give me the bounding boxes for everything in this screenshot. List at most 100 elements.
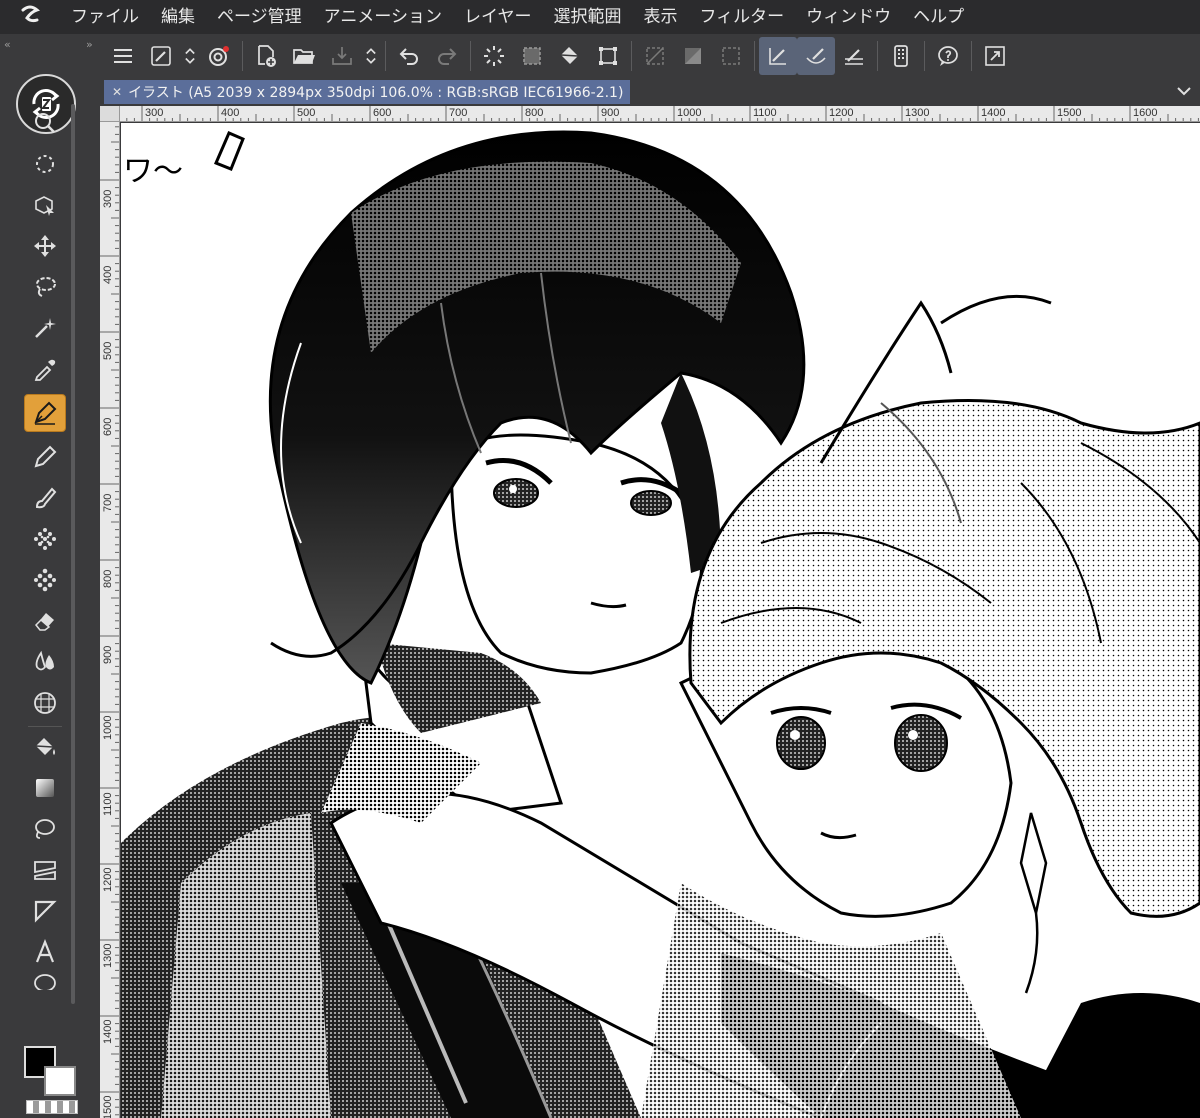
ruler-label: 400: [102, 265, 114, 284]
command-divider: [754, 41, 755, 71]
tool-balloon[interactable]: [24, 974, 66, 990]
transparent-color-swatch[interactable]: [26, 1100, 78, 1114]
menu-layer[interactable]: レイヤー: [453, 0, 543, 34]
tool-airbrush[interactable]: [24, 520, 66, 558]
document-tab-label: イラスト (A5 2039 x 2894px 350dpi 106.0% : R…: [128, 85, 624, 101]
tool-ruler-grid[interactable]: [24, 684, 66, 722]
menu-help[interactable]: ヘルプ: [902, 0, 975, 34]
sub-color-swatch[interactable]: [44, 1066, 76, 1096]
menu-view[interactable]: 表示: [633, 0, 689, 34]
folder-open-icon: [293, 49, 315, 64]
help-button[interactable]: [929, 37, 967, 75]
ruler-label: 1500: [102, 1095, 114, 1118]
tool-lasso[interactable]: [24, 268, 66, 306]
tool-eraser[interactable]: [24, 602, 66, 640]
select-all-button[interactable]: [513, 37, 551, 75]
object-select-icon: [35, 196, 54, 216]
tool-move[interactable]: [24, 227, 66, 265]
snap-ruler-icon: [769, 48, 786, 65]
tool-magic-wand[interactable]: [24, 309, 66, 347]
undo-button[interactable]: [390, 37, 428, 75]
snap-grid-button[interactable]: [835, 37, 873, 75]
tool-zoom[interactable]: [24, 104, 66, 142]
snap-ruler-button[interactable]: [759, 37, 797, 75]
blend-icon: [35, 650, 54, 671]
menu-page-management[interactable]: ページ管理: [206, 0, 313, 34]
ruler-label: 800: [525, 107, 544, 119]
open-button[interactable]: [285, 37, 323, 75]
tool-text[interactable]: [24, 933, 66, 971]
ruler-label: 300: [145, 107, 164, 119]
collapse-right-icon[interactable]: »: [86, 38, 93, 51]
transform-button[interactable]: [589, 37, 627, 75]
edit-settings-button[interactable]: [142, 37, 180, 75]
fill-selection-button[interactable]: [551, 37, 589, 75]
tool-eyedropper[interactable]: [24, 350, 66, 388]
command-divider: [470, 41, 471, 71]
collapse-left-icon[interactable]: «: [4, 38, 11, 51]
tool-pen[interactable]: [24, 394, 66, 432]
spinner-icon: [484, 46, 504, 66]
loading-button[interactable]: [475, 37, 513, 75]
balloon-icon: [34, 974, 56, 990]
close-tab-icon[interactable]: ✕: [112, 85, 122, 99]
fullscreen-button[interactable]: [976, 37, 1014, 75]
menu-edit[interactable]: 編集: [150, 0, 206, 34]
tool-decoration[interactable]: [24, 561, 66, 599]
shape-icon: [35, 819, 55, 839]
snap-grid-icon: [845, 49, 863, 65]
horizontal-ruler-ticks: [126, 106, 1199, 121]
ruler-label: 900: [102, 645, 114, 664]
brush-icon: [35, 487, 57, 509]
menu-window[interactable]: ウィンドウ: [795, 0, 902, 34]
tool-shape[interactable]: [24, 810, 66, 848]
tool-scrollbar[interactable]: [71, 104, 75, 1004]
horizontal-ruler: 300 400 500 600 700 800 900 1000 1100 1200 1300 140…: [120, 106, 1200, 122]
tool-ruler[interactable]: [24, 892, 66, 930]
device-settings-button[interactable]: [882, 37, 920, 75]
tool-divider: [28, 726, 62, 727]
ruler-label: 300: [102, 189, 114, 208]
ruler-label: 700: [449, 107, 468, 119]
menu-filter[interactable]: フィルター: [689, 0, 796, 34]
command-divider: [924, 41, 925, 71]
redo-button[interactable]: [428, 37, 466, 75]
tool-pencil[interactable]: [24, 438, 66, 476]
ruler-icon: [34, 900, 57, 923]
document-tab-bar: ✕ イラスト (A5 2039 x 2894px 350dpi 106.0% :…: [100, 78, 1200, 104]
tool-blend[interactable]: [24, 643, 66, 681]
hamburger-menu-icon: [114, 49, 132, 63]
drawing-canvas[interactable]: ワ〜: [121, 123, 1200, 1118]
record-button[interactable]: [200, 37, 238, 75]
menu-animation[interactable]: アニメーション: [313, 0, 453, 34]
ruler-label: 1500: [1057, 107, 1082, 119]
ruler-label: 1600: [1133, 107, 1158, 119]
ruler-label: 1400: [981, 107, 1006, 119]
menu-button[interactable]: [104, 37, 142, 75]
deselect-button[interactable]: [712, 37, 750, 75]
stepper-button[interactable]: [180, 37, 200, 75]
chevron-updown-icon: [366, 48, 376, 64]
clear-button[interactable]: [636, 37, 674, 75]
tool-fill[interactable]: [24, 728, 66, 766]
ruler-label: 600: [102, 417, 114, 436]
document-tab[interactable]: ✕ イラスト (A5 2039 x 2894px 350dpi 106.0% :…: [104, 80, 630, 104]
eyedropper-icon: [34, 359, 56, 381]
tablet-icon: [894, 45, 908, 67]
menu-file[interactable]: ファイル: [60, 0, 150, 34]
file-stepper-button[interactable]: [361, 37, 381, 75]
tool-frame-border[interactable]: [24, 851, 66, 889]
chevron-down-icon[interactable]: [1174, 82, 1194, 100]
expand-icon: [985, 46, 1005, 66]
tool-rotate-view[interactable]: [24, 145, 66, 183]
new-file-button[interactable]: [247, 37, 285, 75]
menu-selection[interactable]: 選択範囲: [543, 0, 633, 34]
clear-outside-button[interactable]: [674, 37, 712, 75]
ruler-label: 1000: [677, 107, 702, 119]
tool-gradient[interactable]: [24, 769, 66, 807]
app-logo-icon[interactable]: [0, 0, 60, 34]
snap-special-ruler-button[interactable]: [797, 37, 835, 75]
tool-brush[interactable]: [24, 479, 66, 517]
tool-object-select[interactable]: [24, 186, 66, 224]
save-button[interactable]: [323, 37, 361, 75]
